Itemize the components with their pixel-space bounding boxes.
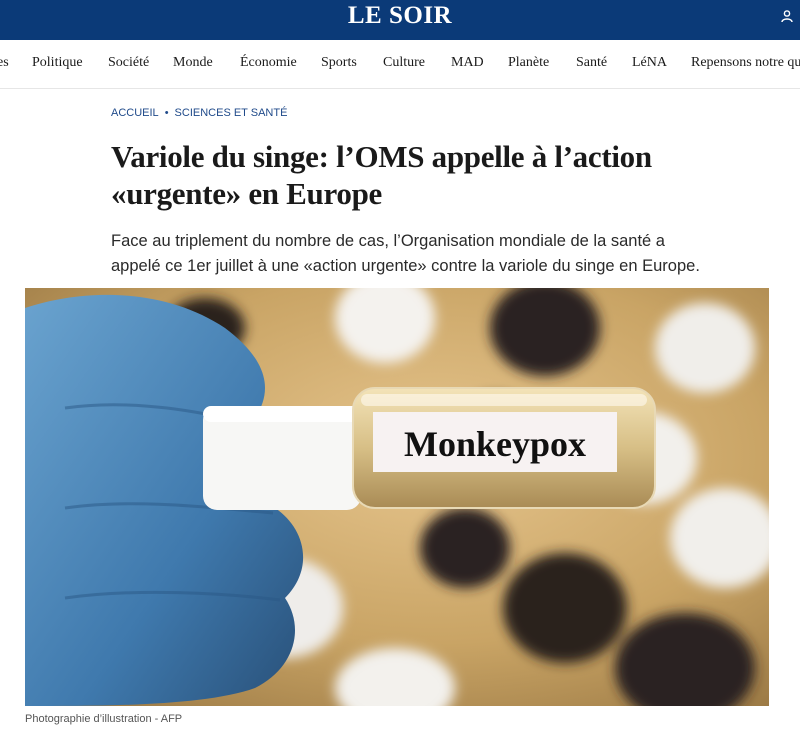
nav-item-sports[interactable]: Sports: [321, 55, 357, 71]
nav-item-societe[interactable]: Société: [108, 55, 149, 71]
top-bar: LE SOIR: [0, 0, 800, 40]
monkeypox-vial-illustration: Monkeypox: [25, 288, 769, 706]
nav-item-planete[interactable]: Planète: [508, 55, 549, 71]
photo-caption: Photographie d’illustration - AFP: [25, 713, 183, 725]
breadcrumb-home[interactable]: ACCUEIL: [111, 107, 159, 119]
breadcrumb-separator: •: [164, 107, 169, 119]
nav-item-partial[interactable]: es: [0, 55, 9, 71]
site-logo[interactable]: LE SOIR: [0, 0, 800, 32]
vial-label: Monkeypox: [404, 424, 586, 464]
nav-item-culture[interactable]: Culture: [383, 55, 425, 71]
nav-item-lena[interactable]: LéNA: [632, 55, 667, 71]
breadcrumb-section[interactable]: SCIENCES ET SANTÉ: [175, 107, 288, 119]
article-photo: Monkeypox: [25, 288, 769, 706]
nav-item-repensons[interactable]: Repensons notre qu: [691, 55, 800, 71]
nav-item-economie[interactable]: Économie: [240, 55, 297, 71]
article-title: Variole du singe: l’OMS appelle à l’acti…: [111, 139, 652, 211]
nav-item-sante[interactable]: Santé: [576, 55, 607, 71]
nav-item-mad[interactable]: MAD: [451, 55, 484, 71]
breadcrumb: ACCUEIL • SCIENCES ET SANTÉ: [111, 107, 287, 119]
user-icon[interactable]: [780, 9, 794, 23]
nav-item-politique[interactable]: Politique: [32, 55, 83, 71]
main-nav: es Politique Société Monde Économie Spor…: [0, 40, 800, 89]
article-lead: Face au triplement du nombre de cas, l’O…: [111, 232, 700, 275]
nav-item-monde[interactable]: Monde: [173, 55, 213, 71]
